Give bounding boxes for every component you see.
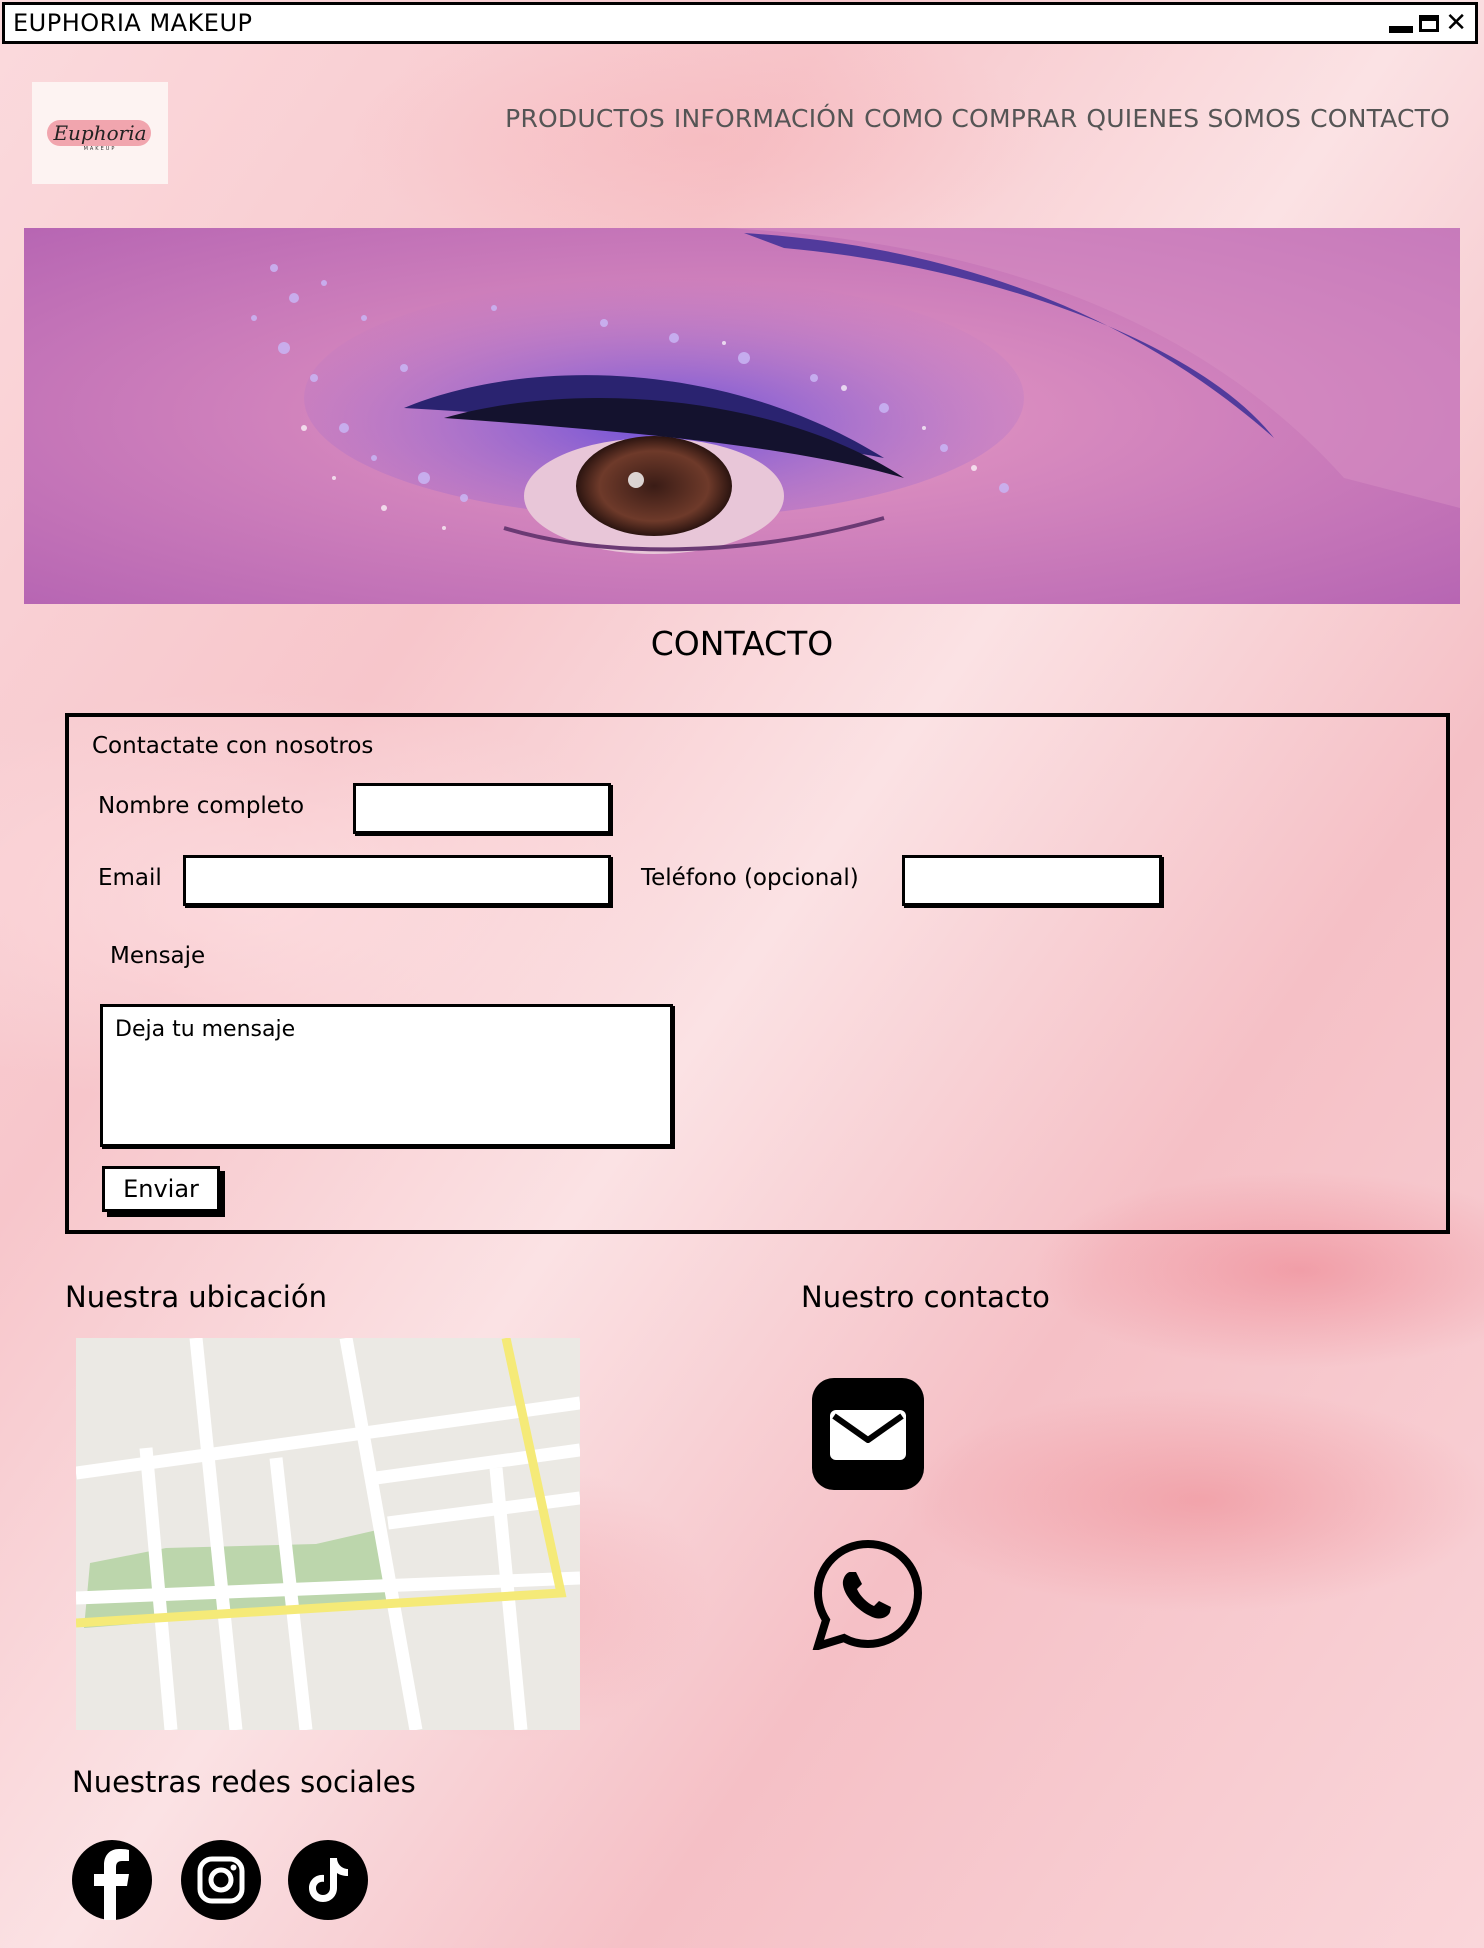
- close-icon[interactable]: ✕: [1445, 10, 1467, 36]
- brand-logo[interactable]: Euphoria MAKEUP: [32, 82, 168, 184]
- name-input[interactable]: [353, 783, 611, 834]
- nav-item-productos[interactable]: PRODUCTOS: [505, 104, 665, 133]
- form-heading: Contactate con nosotros: [92, 733, 374, 759]
- map-graphic: [76, 1338, 580, 1730]
- nav-item-informacion[interactable]: INFORMACIÓN: [674, 104, 855, 133]
- main-nav: PRODUCTOS INFORMACIÓN COMO COMPRAR QUIEN…: [505, 104, 1450, 133]
- phone-label: Teléfono (opcional): [641, 865, 859, 891]
- location-title: Nuestra ubicación: [65, 1280, 327, 1314]
- message-textarea[interactable]: [100, 1004, 673, 1147]
- window-controls: ✕: [1389, 10, 1467, 36]
- hero-banner-image: [24, 228, 1460, 604]
- hero-eye-illustration: [24, 228, 1460, 604]
- location-map[interactable]: [76, 1338, 580, 1730]
- nav-item-como-comprar[interactable]: COMO COMPRAR: [864, 104, 1077, 133]
- nav-item-contacto[interactable]: CONTACTO: [1310, 104, 1450, 133]
- window-title: EUPHORIA MAKEUP: [13, 9, 253, 37]
- tiktok-icon[interactable]: [288, 1840, 368, 1920]
- social-title: Nuestras redes sociales: [72, 1765, 416, 1799]
- window-titlebar: EUPHORIA MAKEUP ✕: [2, 2, 1478, 44]
- logo-subtext: MAKEUP: [83, 146, 117, 152]
- email-label: Email: [98, 865, 162, 891]
- instagram-icon[interactable]: [181, 1840, 261, 1920]
- send-button[interactable]: Enviar: [102, 1166, 220, 1212]
- message-label: Mensaje: [110, 943, 206, 969]
- facebook-icon[interactable]: [72, 1840, 152, 1920]
- maximize-icon[interactable]: [1419, 14, 1440, 32]
- whatsapp-icon[interactable]: [811, 1538, 924, 1653]
- logo-script-text: Euphoria: [53, 121, 147, 145]
- mail-icon[interactable]: [812, 1378, 924, 1490]
- nav-item-quienes-somos[interactable]: QUIENES SOMOS: [1086, 104, 1301, 133]
- contact-title: Nuestro contacto: [801, 1280, 1050, 1314]
- page-title: CONTACTO: [650, 624, 834, 663]
- contact-form: [65, 713, 1450, 1234]
- name-label: Nombre completo: [98, 793, 305, 819]
- minimize-icon[interactable]: [1389, 25, 1414, 33]
- email-input[interactable]: [183, 855, 611, 906]
- phone-input[interactable]: [902, 855, 1162, 906]
